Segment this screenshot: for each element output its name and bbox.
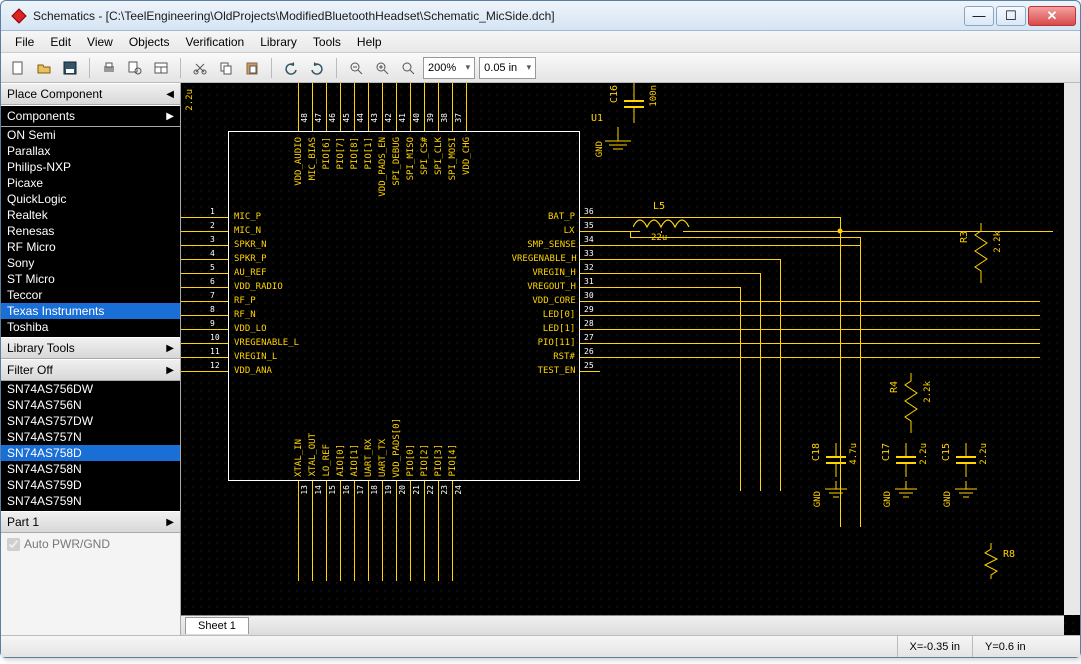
list-item[interactable]: Toshiba — [1, 319, 180, 335]
window-buttons: — ☐ ✕ — [964, 6, 1076, 26]
zoom-select[interactable]: 200% — [423, 57, 475, 79]
inductor-l5 — [633, 213, 693, 231]
auto-pwr-gnd-checkbox[interactable]: Auto PWR/GND — [1, 533, 180, 555]
cap-c15 — [951, 443, 981, 483]
library-tools-header[interactable]: Library Tools▶ — [1, 337, 180, 359]
zoom-in-icon[interactable] — [371, 57, 393, 79]
menu-tools[interactable]: Tools — [305, 33, 349, 51]
sheet-tab-1[interactable]: Sheet 1 — [185, 617, 249, 634]
gnd-symbol — [601, 127, 635, 167]
menu-objects[interactable]: Objects — [121, 33, 178, 51]
chevron-right-icon: ▶ — [166, 517, 174, 528]
menubar: File Edit View Objects Verification Libr… — [1, 31, 1080, 53]
maximize-button[interactable]: ☐ — [996, 6, 1026, 26]
status-x: X=-0.35 in — [897, 636, 972, 657]
gnd-symbol — [951, 481, 981, 507]
cap-val: 2.2u — [185, 89, 195, 111]
cut-icon[interactable] — [189, 57, 211, 79]
menu-edit[interactable]: Edit — [42, 33, 79, 51]
list-item[interactable]: Philips-NXP — [1, 159, 180, 175]
app-icon — [11, 8, 27, 24]
resistor-r4 — [901, 373, 921, 433]
undo-icon[interactable] — [280, 57, 302, 79]
list-item[interactable]: SN74AS758D — [1, 445, 180, 461]
statusbar: X=-0.35 in Y=0.6 in — [1, 635, 1080, 657]
cap-c16 — [619, 83, 649, 133]
save-icon[interactable] — [59, 57, 81, 79]
place-component-header[interactable]: Place Component◀ — [1, 83, 180, 105]
list-item[interactable]: Sony — [1, 255, 180, 271]
list-item[interactable]: Teccor — [1, 287, 180, 303]
collapse-icon: ◀ — [166, 89, 174, 100]
menu-verification[interactable]: Verification — [178, 33, 253, 51]
list-item[interactable]: ON Semi — [1, 127, 180, 143]
zoom-out-icon[interactable] — [345, 57, 367, 79]
status-y: Y=0.6 in — [972, 636, 1072, 657]
list-item[interactable]: QuickLogic — [1, 191, 180, 207]
filter-header[interactable]: Filter Off▶ — [1, 359, 180, 381]
resistor-r8 — [981, 543, 1001, 579]
list-item[interactable]: RF Micro — [1, 239, 180, 255]
cap-c17 — [891, 443, 921, 483]
print-icon[interactable] — [98, 57, 120, 79]
part-header[interactable]: Part 1▶ — [1, 511, 180, 533]
list-item[interactable]: Realtek — [1, 207, 180, 223]
parts-list[interactable]: SN74AS756DW SN74AS756N SN74AS757DW SN74A… — [1, 381, 180, 511]
grid-select[interactable]: 0.05 in — [479, 57, 536, 79]
toolbar: 200% 0.05 in — [1, 53, 1080, 83]
titleblock-icon[interactable] — [150, 57, 172, 79]
cap-c18 — [821, 443, 851, 483]
menu-view[interactable]: View — [79, 33, 121, 51]
list-item[interactable]: ST Micro — [1, 271, 180, 287]
minimize-button[interactable]: — — [964, 6, 994, 26]
menu-library[interactable]: Library — [252, 33, 305, 51]
list-item[interactable]: SN74AS758N — [1, 461, 180, 477]
list-item[interactable]: Picaxe — [1, 175, 180, 191]
zoom-extents-icon[interactable] — [397, 57, 419, 79]
close-button[interactable]: ✕ — [1028, 6, 1076, 26]
list-item[interactable]: SN74AS759N — [1, 493, 180, 509]
chip-ref: U1 — [591, 113, 603, 124]
paste-icon[interactable] — [241, 57, 263, 79]
menu-file[interactable]: File — [7, 33, 42, 51]
checkbox-icon[interactable] — [7, 538, 20, 551]
gnd-symbol — [821, 481, 851, 507]
components-header[interactable]: Components▶ — [1, 105, 180, 127]
sheet-tabs: Sheet 1 — [181, 615, 1064, 635]
open-icon[interactable] — [33, 57, 55, 79]
gnd-symbol — [891, 481, 921, 507]
list-item[interactable]: SN74AS756N — [1, 397, 180, 413]
copy-icon[interactable] — [215, 57, 237, 79]
vertical-scrollbar[interactable] — [1064, 83, 1080, 615]
redo-icon[interactable] — [306, 57, 328, 79]
workspace: Place Component◀ Components▶ ON Semi Par… — [1, 83, 1080, 635]
list-item[interactable]: Renesas — [1, 223, 180, 239]
chevron-right-icon: ▶ — [166, 111, 174, 122]
app-window: Schematics - [C:\TeelEngineering\OldProj… — [0, 0, 1081, 658]
titlebar: Schematics - [C:\TeelEngineering\OldProj… — [1, 1, 1080, 31]
new-icon[interactable] — [7, 57, 29, 79]
list-item[interactable]: Texas Instruments — [1, 303, 180, 319]
list-item[interactable]: SN74AS759D — [1, 477, 180, 493]
window-title: Schematics - [C:\TeelEngineering\OldProj… — [33, 9, 964, 23]
list-item[interactable]: SN74AS757DW — [1, 413, 180, 429]
schematic-canvas[interactable]: U1 2.2u 1MIC_P2MIC_N3SPKR_N4SPKR_P5AU_RE… — [181, 83, 1080, 635]
preview-icon[interactable] — [124, 57, 146, 79]
list-item[interactable]: SN74AS757N — [1, 429, 180, 445]
menu-help[interactable]: Help — [349, 33, 390, 51]
manufacturer-list[interactable]: ON Semi Parallax Philips-NXP Picaxe Quic… — [1, 127, 180, 337]
chevron-right-icon: ▶ — [166, 343, 174, 354]
chip-outline — [228, 131, 580, 481]
chevron-right-icon: ▶ — [166, 365, 174, 376]
list-item[interactable]: Parallax — [1, 143, 180, 159]
list-item[interactable]: SN74AS756DW — [1, 381, 180, 397]
sidebar: Place Component◀ Components▶ ON Semi Par… — [1, 83, 181, 635]
resistor-r3 — [971, 223, 991, 283]
